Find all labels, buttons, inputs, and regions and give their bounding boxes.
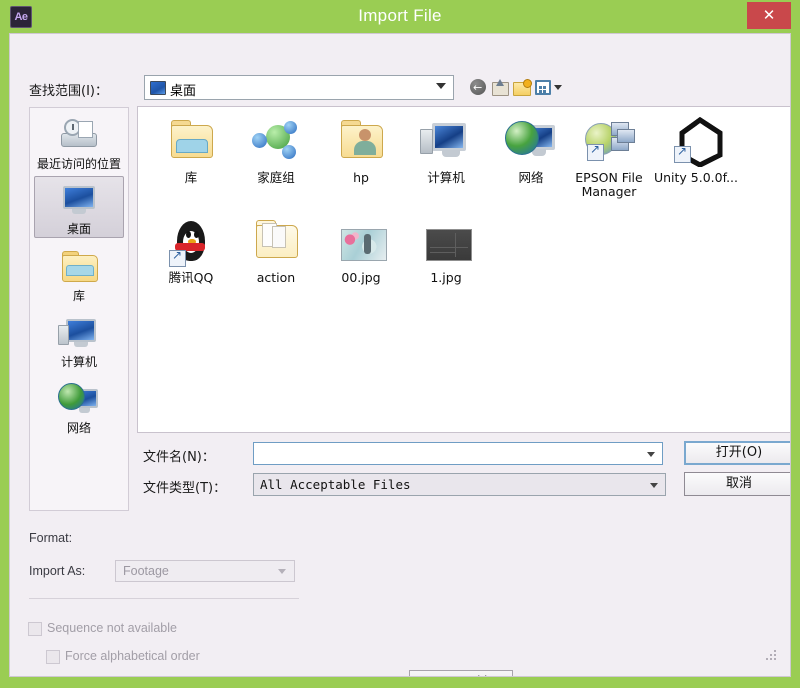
list-item[interactable]: 库 [148,117,234,185]
library-folder-icon [163,117,219,169]
list-item-label: 库 [184,170,198,185]
import-file-dialog-window: Ae Import File ✕ 查找范围(I)： 桌面 ← 最近访问的位置 桌… [0,0,800,688]
window-title: Import File [358,6,442,25]
up-arrow-glyph [496,79,504,86]
chevron-down-icon[interactable] [650,483,658,488]
view-grid-glyph [535,80,551,95]
shortcut-overlay-icon [674,144,691,163]
list-item[interactable]: 1.jpg [403,217,489,285]
unity-icon [668,116,724,169]
list-item-label: hp [353,170,369,185]
checkbox-label: Sequence not available [47,621,177,635]
import-as-label: Import As: [29,564,86,578]
places-sidebar: 最近访问的位置 桌面 库 计算机 网络 [29,107,129,511]
sidebar-item-label: 桌面 [66,222,91,236]
image-thumbnail-icon [333,217,389,269]
sidebar-item-network[interactable]: 网络 [34,376,124,436]
import-as-select[interactable]: Footage [115,560,295,582]
file-type-select[interactable]: All Acceptable Files [253,473,666,496]
list-item[interactable]: 00.jpg [318,217,404,285]
dark-thumbnail-icon [418,217,474,269]
list-item-label: 腾讯QQ [168,270,214,285]
file-list-pane[interactable]: 库 家庭组 hp 计算机 网络 ↗ EPSON File Manager ↗ U… [137,106,790,433]
look-in-combobox[interactable]: 桌面 [144,75,454,100]
folder-icon [248,217,304,269]
list-item-label: EPSON File Manager [575,170,643,199]
user-folder-icon [333,117,389,169]
list-item-label: 1.jpg [430,270,462,285]
file-name-label: 文件名(N)： [143,450,215,465]
format-label: Format: [29,531,73,545]
file-type-value: All Acceptable Files [260,477,411,492]
computer-icon [418,117,474,169]
list-item[interactable]: EPSON File Manager [566,117,652,199]
dialog-body: 查找范围(I)： 桌面 ← 最近访问的位置 桌面 库 计算机 网络 库 家庭组 … [9,33,791,677]
shortcut-overlay-icon [169,248,186,267]
list-item[interactable]: Unity 5.0.0f... [653,116,739,185]
desktop-icon [56,182,102,220]
import-folder-button[interactable]: Import Folder [409,670,513,676]
list-item-label: 网络 [518,170,544,185]
network-icon [56,381,102,419]
chevron-down-icon [278,569,286,574]
checkbox-box [46,650,60,664]
look-in-value: 桌面 [170,84,197,99]
chevron-down-icon [436,83,446,89]
list-item-label: action [256,270,296,285]
sidebar-item-computer[interactable]: 计算机 [34,310,124,370]
checkbox-label: Force alphabetical order [65,649,200,663]
recent-places-icon [56,117,102,155]
file-type-label: 文件类型(T)： [143,481,227,496]
epson-file-manager-icon [581,117,637,169]
list-item-label: Unity 5.0.0f... [653,170,739,185]
list-item-label: 计算机 [427,170,465,185]
new-folder-badge [523,79,532,88]
sidebar-item-label: 最近访问的位置 [36,157,121,171]
homegroup-icon [248,117,304,169]
resize-grip[interactable] [766,650,778,662]
list-item[interactable]: 腾讯QQ [148,217,234,285]
checkbox-box [28,622,42,636]
qq-penguin-icon [163,217,219,269]
computer-icon [56,315,102,353]
sidebar-item-recent-places[interactable]: 最近访问的位置 [34,112,124,172]
sidebar-item-desktop[interactable]: 桌面 [34,176,124,238]
cancel-button[interactable]: 取消 [684,472,790,496]
sidebar-item-label: 计算机 [60,355,97,369]
open-button[interactable]: 打开(O) [684,441,790,465]
up-folder-icon[interactable] [491,78,510,97]
list-item[interactable]: action [233,217,319,285]
chevron-down-icon [554,85,562,90]
sidebar-item-library[interactable]: 库 [34,244,124,304]
view-list-icon[interactable] [535,78,565,97]
list-item[interactable]: 网络 [488,117,574,185]
chevron-down-icon[interactable] [647,452,655,457]
look-in-label: 查找范围(I)： [29,84,108,99]
import-as-value: Footage [123,564,169,578]
shortcut-overlay-icon [587,142,604,161]
list-item-label: 00.jpg [341,270,381,285]
list-item[interactable]: 计算机 [403,117,489,185]
list-item[interactable]: 家庭组 [233,117,319,185]
back-arrow-icon[interactable]: ← [469,78,488,97]
list-item[interactable]: hp [318,117,404,185]
title-bar: Ae Import File ✕ [0,0,800,33]
new-folder-icon[interactable] [513,78,532,97]
network-icon [503,117,559,169]
sidebar-item-label: 库 [72,289,85,303]
back-glyph: ← [473,81,483,94]
file-name-input[interactable] [253,442,663,465]
options-divider [29,598,299,599]
library-folder-icon [56,249,102,287]
monitor-icon [150,81,166,95]
close-button[interactable]: ✕ [747,2,791,29]
sidebar-item-label: 网络 [66,421,91,435]
list-item-label: 家庭组 [257,170,295,185]
